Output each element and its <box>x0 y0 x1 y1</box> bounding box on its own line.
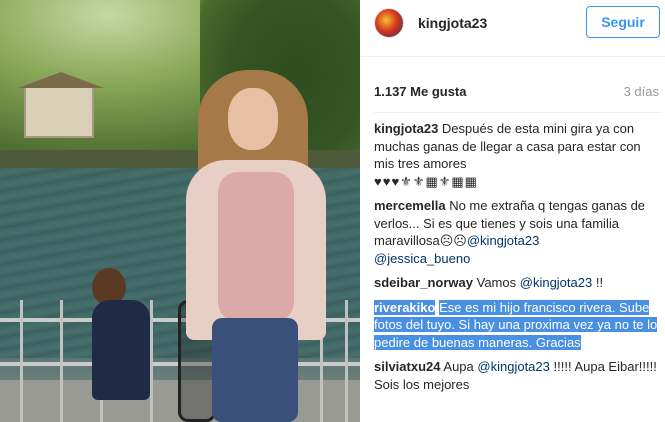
likes-count[interactable]: 1.137 Me gusta <box>374 84 467 99</box>
comment-user[interactable]: kingjota23 <box>374 121 438 136</box>
photo-woman-top <box>218 172 294 322</box>
comment-user[interactable]: sdeibar_norway <box>374 275 473 290</box>
comment-caption: kingjota23 Después de esta mini gira ya … <box>374 120 662 190</box>
post-photo[interactable] <box>0 0 360 422</box>
photo-child <box>92 300 150 400</box>
comment-emoji: ♥♥♥⚜⚜▦⚜▦▦ <box>374 173 478 189</box>
comment-user[interactable]: riverakiko <box>374 299 436 315</box>
comment-item: sdeibar_norway Vamos @kingjota23 !! <box>374 274 662 292</box>
comment-mention[interactable]: @jessica_bueno <box>374 251 470 266</box>
comment-item: mercemella No me extraña q tengas ganas … <box>374 197 662 267</box>
post-header: kingjota23 Seguir <box>360 0 665 48</box>
comment-mention[interactable]: @kingjota23 <box>477 359 549 374</box>
header-divider <box>360 56 665 57</box>
comment-text: Vamos <box>476 275 517 290</box>
post-time[interactable]: 3 días <box>624 84 659 99</box>
comment-text-after: !! <box>595 275 604 290</box>
photo-woman-face <box>228 88 278 150</box>
post-sidebar: kingjota23 Seguir 1.137 Me gusta 3 días … <box>360 0 665 422</box>
comment-user[interactable]: mercemella <box>374 198 446 213</box>
comment-list: kingjota23 Después de esta mini gira ya … <box>374 120 662 400</box>
comment-item-selected: riverakiko Ese es mi hijo francisco rive… <box>374 299 662 352</box>
post-username[interactable]: kingjota23 <box>418 15 487 31</box>
photo-cabin <box>18 72 104 138</box>
photo-woman-jeans <box>212 318 298 422</box>
follow-button[interactable]: Seguir <box>586 6 660 38</box>
comment-mention[interactable]: @kingjota23 <box>467 233 539 248</box>
comment-mention[interactable]: @kingjota23 <box>520 275 592 290</box>
comment-text: Aupa <box>443 359 474 374</box>
comment-item: silviatxu24 Aupa @kingjota23 !!!!! Aupa … <box>374 358 662 393</box>
avatar[interactable] <box>374 8 404 38</box>
stats-divider <box>374 112 662 113</box>
comment-user[interactable]: silviatxu24 <box>374 359 441 374</box>
